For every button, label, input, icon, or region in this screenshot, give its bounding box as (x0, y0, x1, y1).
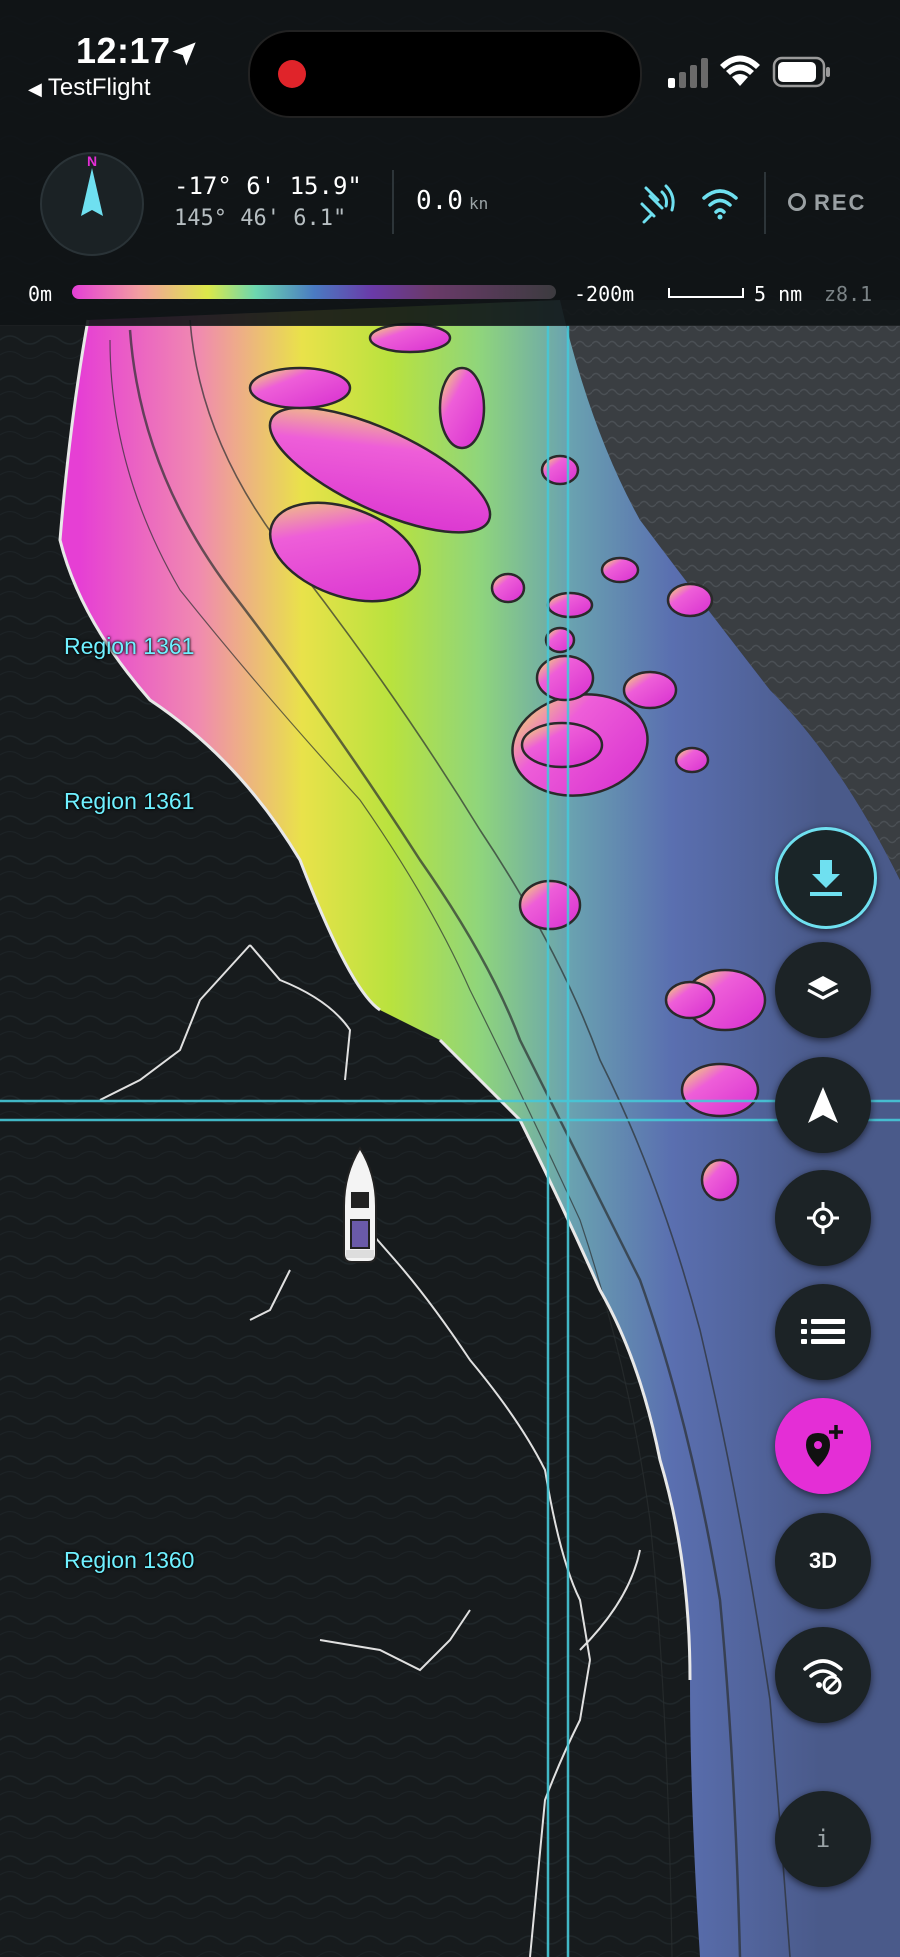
compass-icon: N (81, 153, 103, 216)
navigation-arrow-icon (808, 1087, 838, 1123)
compass[interactable]: N (40, 152, 144, 256)
3d-view-button[interactable]: 3D (775, 1513, 871, 1609)
crosshair-icon (807, 1202, 839, 1234)
compass-north-label: N (87, 154, 97, 169)
center-location-button[interactable] (775, 1170, 871, 1266)
battery-icon (772, 56, 830, 88)
location-arrow-icon (172, 42, 196, 66)
status-icons (668, 55, 830, 88)
status-time: 12:17 (76, 30, 171, 71)
layers-button[interactable] (775, 942, 871, 1038)
speed-unit: kn (468, 194, 489, 213)
download-icon (810, 860, 842, 896)
navigate-button[interactable] (775, 1057, 871, 1153)
region-label[interactable]: Region 1361 (64, 788, 194, 815)
speed-value: 0.0 (416, 186, 463, 216)
wifi-icon[interactable] (700, 186, 740, 220)
depth-max-label: -200m (574, 282, 635, 306)
offline-toggle-button[interactable] (775, 1627, 871, 1723)
zoom-label: z8.1 (824, 282, 873, 306)
layers-icon (807, 976, 839, 1000)
position-readout: -17° 6' 15.9" 145° 46' 6.1" (174, 172, 362, 231)
scale-label: 5 nm (754, 282, 803, 306)
divider (392, 170, 394, 234)
cellular-signal-icon (668, 58, 708, 88)
wifi-off-icon (803, 1659, 843, 1695)
region-label[interactable]: Region 1361 (64, 633, 194, 660)
satellite-icon[interactable] (636, 182, 676, 224)
scale-bar (668, 288, 744, 298)
add-pin-icon (806, 1425, 843, 1467)
list-icon (801, 1319, 845, 1344)
back-chevron-icon: ◀ (28, 79, 42, 99)
divider (764, 172, 766, 234)
depth-color-scale (72, 285, 556, 299)
navigation-header: 12:17 ◀ TestFlight N -17° 6' 15.9" 145° … (0, 0, 900, 326)
back-to-app-link[interactable]: ◀ TestFlight (28, 74, 151, 102)
dynamic-island (248, 30, 642, 118)
record-label: REC (814, 190, 867, 215)
record-button[interactable]: REC (788, 190, 866, 216)
region-label[interactable]: Region 1360 (64, 1547, 194, 1574)
add-waypoint-button[interactable] (775, 1398, 871, 1494)
3d-label: 3D (808, 1548, 838, 1573)
info-label: i (815, 1825, 831, 1853)
depth-min-label: 0m (28, 282, 53, 306)
speed-readout: 0.0 kn (416, 186, 488, 216)
back-app-label: TestFlight (47, 74, 151, 101)
boat-icon (343, 1146, 377, 1263)
record-ring-icon (788, 193, 806, 212)
recording-indicator (278, 60, 306, 88)
wifi-status-icon (720, 55, 760, 86)
latitude: -17° 6' 15.9" (174, 172, 362, 200)
longitude: 145° 46' 6.1" (174, 206, 347, 231)
info-button[interactable]: i (775, 1791, 871, 1887)
download-button[interactable] (775, 827, 877, 929)
list-button[interactable] (775, 1284, 871, 1380)
